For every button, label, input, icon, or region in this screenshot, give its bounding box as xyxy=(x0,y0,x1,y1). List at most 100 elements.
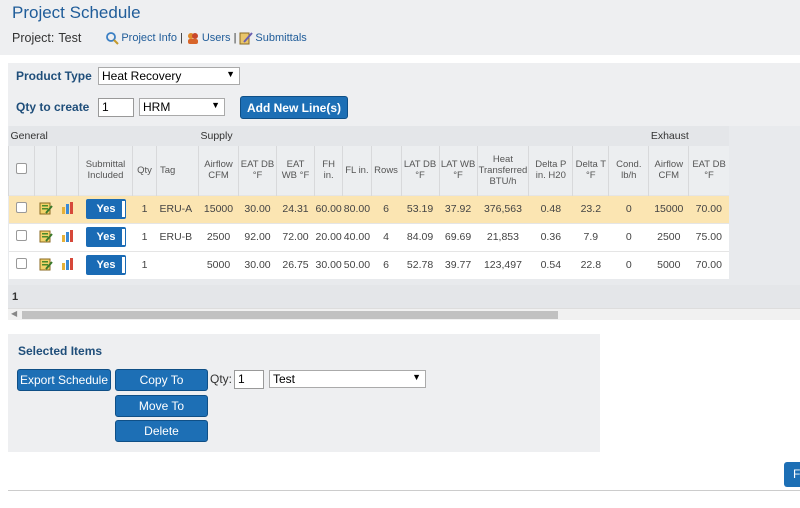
export-schedule-button[interactable]: Export Schedule xyxy=(17,369,111,391)
edit-icon[interactable] xyxy=(34,222,57,251)
cond-cell: 0 xyxy=(608,250,649,279)
edit-icon[interactable] xyxy=(34,250,57,279)
tag-cell: ERU-A xyxy=(156,194,199,223)
fl-cell: 40.00 xyxy=(342,222,372,251)
qty-cell: 1 xyxy=(132,222,157,251)
copy-qty-input[interactable]: 1 xyxy=(234,370,264,389)
lat-db-cell: 52.78 xyxy=(401,250,440,279)
column-header-exhaust-eat-db[interactable]: EAT DB °F xyxy=(688,146,729,195)
airflow-cell: 15000 xyxy=(198,194,239,223)
column-header-fh[interactable]: FH in. xyxy=(313,146,343,195)
fl-cell: 80.00 xyxy=(342,194,372,223)
column-header-delta-t[interactable]: Delta T °F xyxy=(572,146,609,195)
eat-db-cell: 30.00 xyxy=(238,250,277,279)
cond-cell: 0 xyxy=(608,194,649,223)
row-checkbox[interactable] xyxy=(8,222,35,251)
users-icon xyxy=(187,33,198,44)
product-type-label: Product Type xyxy=(16,69,92,83)
horizontal-scrollbar[interactable]: ◀ xyxy=(8,308,800,320)
submittals-link[interactable]: Submittals xyxy=(239,31,307,45)
row-checkbox[interactable] xyxy=(8,250,35,279)
submittal-cell: Yes xyxy=(78,222,133,251)
column-header-tag[interactable]: Tag xyxy=(156,146,199,195)
page-title: Project Schedule xyxy=(12,3,141,22)
chart-icon[interactable] xyxy=(56,250,79,279)
column-header-cond[interactable]: Cond. lb/h xyxy=(608,146,649,195)
table-row[interactable]: Yes 1 ERU-A 15000 30.00 24.31 60.00 80.00 6 53.19… xyxy=(8,194,729,223)
copy-qty-label: Qty: xyxy=(210,372,233,386)
select-all-checkbox[interactable] xyxy=(8,146,35,195)
users-link[interactable]: Users xyxy=(186,31,231,45)
row-checkbox[interactable] xyxy=(8,194,35,223)
qty-cell: 1 xyxy=(132,194,157,223)
fh-cell: 60.00 xyxy=(314,194,343,223)
column-header xyxy=(56,146,79,195)
column-header-rows[interactable]: Rows xyxy=(370,146,402,195)
column-header-qty[interactable]: Qty xyxy=(132,146,157,195)
table-row[interactable]: Yes 1 ERU-B 2500 92.00 72.00 20.00 40.00 4 84.09 6… xyxy=(8,222,729,251)
scrollbar-thumb[interactable] xyxy=(22,311,558,319)
magnifier-icon xyxy=(106,32,120,45)
add-new-lines-button[interactable]: Add New Line(s) xyxy=(240,96,348,119)
submittal-toggle[interactable]: Yes xyxy=(85,255,126,276)
exhaust-airflow-cell: 15000 xyxy=(648,194,689,223)
rows-cell: 6 xyxy=(371,194,402,223)
cond-cell: 0 xyxy=(608,222,649,251)
delta-t-cell: 22.8 xyxy=(572,250,609,279)
heat-cell: 21,853 xyxy=(477,222,529,251)
airflow-cell: 2500 xyxy=(198,222,239,251)
copy-target-select[interactable]: Test ▼ xyxy=(269,370,426,388)
delta-p-cell: 0.54 xyxy=(528,250,573,279)
column-header-lat-wb[interactable]: LAT WB °F xyxy=(438,146,478,195)
qty-cell: 1 xyxy=(132,250,157,279)
submittal-cell: Yes xyxy=(78,194,133,223)
qty-to-create-input[interactable]: 1 xyxy=(98,98,134,117)
column-header-delta-p[interactable]: Delta P in. H20 xyxy=(528,146,573,195)
submittals-icon xyxy=(239,32,254,45)
column-header-heat[interactable]: Heat Transferred BTU/h xyxy=(476,146,529,195)
chevron-down-icon: ▼ xyxy=(226,69,235,79)
submittal-toggle[interactable]: Yes xyxy=(85,227,126,247)
heat-cell: 123,497 xyxy=(477,250,529,279)
column-header-lat-db[interactable]: LAT DB °F xyxy=(400,146,440,195)
column-header-eat-db[interactable]: EAT DB °F xyxy=(238,146,277,195)
submittal-cell: Yes xyxy=(78,250,133,279)
column-header-airflow[interactable]: Airflow CFM xyxy=(198,146,239,195)
heat-cell: 376,563 xyxy=(477,194,529,223)
fl-cell: 50.00 xyxy=(342,250,372,279)
project-name: Test xyxy=(58,31,82,45)
column-header-submittal[interactable]: Submittal Included xyxy=(78,146,133,195)
project-label: Project: xyxy=(12,31,55,45)
column-header-exhaust-airflow[interactable]: Airflow CFM xyxy=(648,146,689,195)
lat-wb-cell: 37.92 xyxy=(439,194,478,223)
table-row[interactable]: Yes 1 5000 30.00 26.75 30.00 50.00 6 52.78 39.77 1… xyxy=(8,250,729,279)
project-info-link[interactable]: Project Info xyxy=(105,31,177,45)
copy-to-button[interactable]: Copy To xyxy=(115,369,208,391)
pager[interactable]: 1 xyxy=(8,285,800,308)
edit-icon[interactable] xyxy=(34,194,57,223)
product-type-select[interactable]: Heat Recovery ▼ xyxy=(98,67,240,85)
tag-cell xyxy=(156,250,199,279)
lat-db-cell: 84.09 xyxy=(401,222,440,251)
chart-icon[interactable] xyxy=(56,222,79,251)
chevron-down-icon: ▼ xyxy=(211,100,220,110)
exhaust-airflow-cell: 2500 xyxy=(648,222,689,251)
chevron-down-icon: ▼ xyxy=(412,372,421,382)
column-header-eat-wb[interactable]: EAT WB °F xyxy=(276,146,315,195)
scroll-left-icon[interactable]: ◀ xyxy=(11,309,17,318)
delete-button[interactable]: Delete xyxy=(115,420,208,442)
model-select[interactable]: HRM ▼ xyxy=(139,98,225,116)
delta-t-cell: 23.2 xyxy=(572,194,609,223)
qty-to-create-label: Qty to create xyxy=(16,100,90,114)
line-creation-controls: Product Type Heat Recovery ▼ Qty to creat… xyxy=(8,63,800,126)
group-general: General xyxy=(8,126,199,146)
chart-icon[interactable] xyxy=(56,194,79,223)
move-to-button[interactable]: Move To xyxy=(115,395,208,417)
column-header-fl[interactable]: FL in. xyxy=(342,146,372,195)
submittal-toggle[interactable]: Yes xyxy=(85,199,126,219)
page-number[interactable]: 1 xyxy=(12,291,18,303)
exhaust-airflow-cell: 5000 xyxy=(648,250,689,279)
airflow-cell: 5000 xyxy=(198,250,239,279)
column-header xyxy=(34,146,57,195)
right-edge-button[interactable]: F xyxy=(784,462,800,487)
